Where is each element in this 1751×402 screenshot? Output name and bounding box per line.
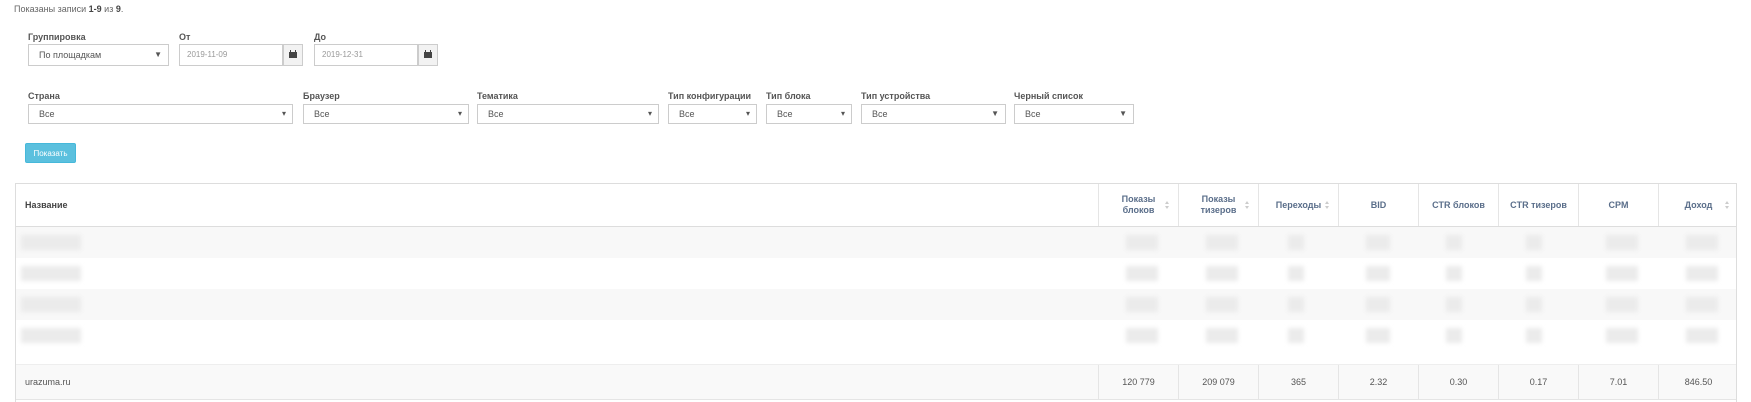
- stats-table: Название Показы блоков Показы тизеров Пе…: [15, 183, 1737, 402]
- col-revenue[interactable]: Доход: [1658, 184, 1738, 226]
- table-header: Название Показы блоков Показы тизеров Пе…: [16, 184, 1736, 227]
- col-teaser-impressions[interactable]: Показы тизеров: [1178, 184, 1258, 226]
- show-button[interactable]: Показать: [25, 143, 76, 163]
- col-block-impressions[interactable]: Показы блоков: [1098, 184, 1178, 226]
- device-type-value: Все: [872, 109, 888, 119]
- col-ctr-teasers-label: CTR тизеров: [1510, 199, 1567, 210]
- dropdown-arrow-icon: ▾: [647, 109, 652, 118]
- grouping-label: Группировка: [28, 32, 86, 42]
- date-to-input[interactable]: 2019-12-31: [314, 44, 418, 66]
- col-revenue-label: Доход: [1684, 199, 1713, 210]
- cell-ctr-blocks: 0.30: [1418, 365, 1498, 399]
- col-cpm-label: CPM: [1608, 199, 1629, 210]
- date-from-label: От: [179, 32, 191, 42]
- browser-select[interactable]: Все ▾: [303, 104, 469, 124]
- block-type-value: Все: [777, 109, 793, 119]
- dropdown-arrow-icon: ▾: [457, 109, 462, 118]
- config-type-label: Тип конфигурации: [668, 91, 752, 101]
- cell-clicks: 365: [1258, 365, 1338, 399]
- table-row-blurred: [16, 320, 1736, 351]
- sort-icon: [1245, 201, 1250, 210]
- cell-block-impressions: 120 779: [1098, 365, 1178, 399]
- col-ctr-blocks[interactable]: CTR блоков: [1418, 184, 1498, 226]
- records-summary: Показаны записи 1-9 из 9.: [14, 4, 124, 14]
- date-from-input[interactable]: 2019-11-09: [179, 44, 283, 66]
- date-to-label: До: [314, 32, 327, 42]
- device-type-select[interactable]: Все ▼: [861, 104, 1006, 124]
- calendar-icon: [424, 50, 432, 58]
- col-bid-label: BID: [1370, 199, 1387, 210]
- dropdown-arrow-icon: ▾: [281, 109, 286, 118]
- col-cpm[interactable]: CPM: [1578, 184, 1658, 226]
- topic-value: Все: [488, 109, 504, 119]
- cell-cpm: 7.01: [1578, 365, 1658, 399]
- cell-name: urazuma.ru: [25, 377, 71, 387]
- calendar-icon: [289, 50, 297, 58]
- dropdown-arrow-icon: ▾: [840, 109, 845, 118]
- dropdown-arrow-icon: ▼: [1119, 109, 1127, 118]
- col-ctr-blocks-label: CTR блоков: [1432, 199, 1485, 210]
- table-row-blurred: [16, 289, 1736, 320]
- block-type-label: Тип блока: [766, 91, 811, 101]
- country-select[interactable]: Все ▾: [28, 104, 293, 124]
- topic-label: Тематика: [477, 91, 518, 101]
- topic-select[interactable]: Все ▾: [477, 104, 659, 124]
- col-clicks-label: Переходы: [1275, 199, 1322, 210]
- sort-icon: [1165, 201, 1170, 210]
- cell-bid: 2.32: [1338, 365, 1418, 399]
- device-type-label: Тип устройства: [861, 91, 931, 101]
- date-from-calendar-button[interactable]: [283, 44, 303, 66]
- grouping-select[interactable]: По площадкам ▼: [28, 44, 169, 66]
- blacklist-label: Черный список: [1014, 91, 1083, 101]
- dropdown-arrow-icon: ▼: [154, 50, 162, 59]
- cell-teaser-impressions: 209 079: [1178, 365, 1258, 399]
- config-type-select[interactable]: Все ▾: [668, 104, 757, 124]
- col-name-label: Название: [25, 199, 68, 210]
- browser-value: Все: [314, 109, 330, 119]
- dropdown-arrow-icon: ▼: [991, 109, 999, 118]
- dropdown-arrow-icon: ▾: [745, 109, 750, 118]
- blacklist-select[interactable]: Все ▼: [1014, 104, 1134, 124]
- col-teaser-impressions-label: Показы тизеров: [1200, 194, 1237, 215]
- col-name[interactable]: Название: [16, 184, 1098, 226]
- sort-icon: [1725, 201, 1730, 210]
- browser-label: Браузер: [303, 91, 340, 101]
- col-block-impressions-label: Показы блоков: [1121, 194, 1156, 215]
- date-to-calendar-button[interactable]: [418, 44, 438, 66]
- col-clicks[interactable]: Переходы: [1258, 184, 1338, 226]
- col-bid[interactable]: BID: [1338, 184, 1418, 226]
- grouping-value: По площадкам: [39, 50, 102, 60]
- table-row-blurred: [16, 227, 1736, 258]
- sort-icon: [1325, 201, 1330, 210]
- table-row-blurred: [16, 258, 1736, 289]
- cell-ctr-teasers: 0.17: [1498, 365, 1578, 399]
- config-type-value: Все: [679, 109, 695, 119]
- country-label: Страна: [28, 91, 60, 101]
- col-ctr-teasers[interactable]: CTR тизеров: [1498, 184, 1578, 226]
- country-value: Все: [39, 109, 55, 119]
- blacklist-value: Все: [1025, 109, 1041, 119]
- cell-revenue: 846.50: [1658, 365, 1738, 399]
- block-type-select[interactable]: Все ▾: [766, 104, 852, 124]
- table-row: urazuma.ru 120 779 209 079 365 2.32 0.30…: [16, 364, 1736, 400]
